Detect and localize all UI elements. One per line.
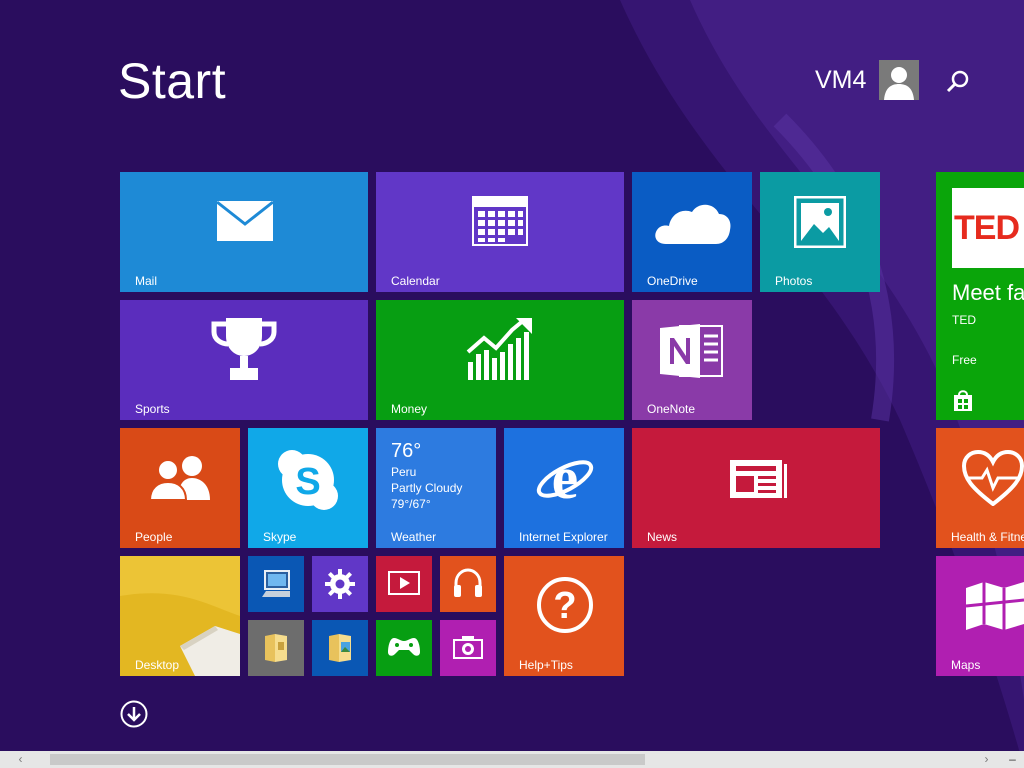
video-icon [388, 571, 420, 595]
heart-icon [962, 450, 1024, 506]
game-controller-icon [388, 638, 420, 656]
tile-mail[interactable]: Mail [120, 172, 368, 292]
all-apps-arrow-icon[interactable] [120, 700, 148, 728]
tile-label: Money [391, 402, 428, 416]
store-icon [954, 390, 972, 411]
user-avatar[interactable] [879, 60, 919, 100]
internet-explorer-icon: e [536, 446, 594, 508]
svg-text:?: ? [553, 585, 576, 627]
tile-photos[interactable]: Photos [760, 172, 880, 292]
tile-onenote[interactable]: OneNote [632, 300, 752, 420]
question-mark-icon: ? [537, 577, 593, 633]
tile-pc-settings[interactable] [312, 556, 368, 612]
ted-price: Free [952, 353, 977, 367]
skype-icon: S [278, 450, 338, 510]
zoom-out-icon[interactable]: – [1004, 751, 1021, 768]
photo-viewer-icon [329, 634, 351, 662]
tile-label: Photos [775, 274, 813, 288]
tile-video[interactable] [376, 556, 432, 612]
tile-label: Internet Explorer [519, 530, 608, 544]
people-icon [148, 456, 210, 501]
tile-skype[interactable]: S Skype [248, 428, 368, 548]
weather-city: Peru [391, 465, 417, 479]
svg-text:e: e [552, 446, 579, 508]
tile-onedrive[interactable]: OneDrive [632, 172, 752, 292]
tile-health-fitness[interactable]: Health & Fitne [936, 428, 1024, 548]
headphones-icon [454, 568, 482, 597]
tile-label: Calendar [391, 274, 440, 288]
scroll-right-arrow-icon[interactable]: › [978, 751, 995, 768]
ted-publisher: TED [952, 313, 976, 327]
svg-text:S: S [295, 461, 320, 503]
horizontal-scrollbar[interactable]: ‹ › – [0, 751, 1024, 768]
tile-label: Maps [951, 658, 981, 672]
photos-icon [794, 196, 846, 248]
ted-headline: Meet fas [952, 280, 1024, 305]
gear-icon [325, 569, 355, 599]
weather-condition: Partly Cloudy [391, 481, 463, 495]
tile-label: OneDrive [647, 274, 698, 288]
onenote-icon [660, 324, 723, 378]
camera-icon [453, 636, 483, 659]
tile-label: Health & Fitne [951, 530, 1024, 544]
folder-icon [265, 634, 287, 662]
scrollbar-thumb[interactable] [50, 754, 645, 765]
tile-sports[interactable]: Sports [120, 300, 368, 420]
tile-label: Mail [135, 274, 158, 288]
tile-label: Skype [263, 530, 297, 544]
tile-label: Desktop [135, 658, 180, 672]
person-icon [884, 67, 914, 100]
scroll-left-arrow-icon[interactable]: ‹ [12, 751, 29, 768]
tile-ted-store[interactable]: TED Meet fas TED Free [936, 172, 1024, 420]
tile-label: News [647, 530, 678, 544]
tile-label: People [135, 530, 173, 544]
tile-xbox-games[interactable] [376, 620, 432, 676]
tile-help-tips[interactable]: ? Help+Tips [504, 556, 624, 676]
tile-label: Weather [391, 530, 437, 544]
tile-weather[interactable]: 76° Peru Partly Cloudy 79°/67° Weather [376, 428, 496, 548]
tile-calendar[interactable]: Calendar [376, 172, 624, 292]
tile-people[interactable]: People [120, 428, 240, 548]
tile-this-pc[interactable] [248, 556, 304, 612]
weather-range: 79°/67° [391, 497, 431, 511]
tile-label: OneNote [647, 402, 696, 416]
trophy-icon [211, 318, 277, 380]
tile-camera[interactable] [440, 620, 496, 676]
cloud-icon [655, 204, 731, 244]
tile-money[interactable]: Money [376, 300, 624, 420]
calendar-icon [472, 196, 528, 246]
news-icon [730, 460, 787, 498]
tile-label: Help+Tips [519, 658, 573, 672]
tile-windows-photo-viewer[interactable] [312, 620, 368, 676]
tile-music[interactable] [440, 556, 496, 612]
search-icon[interactable] [944, 68, 972, 96]
user-name[interactable]: VM4 [815, 66, 866, 95]
tile-file-explorer[interactable] [248, 620, 304, 676]
map-icon [965, 582, 1024, 630]
computer-icon [262, 570, 290, 597]
page-title: Start [118, 53, 227, 109]
ted-logo: TED [952, 188, 1024, 268]
tile-internet-explorer[interactable]: e Internet Explorer [504, 428, 624, 548]
tile-label: Sports [135, 402, 170, 416]
mail-icon [216, 200, 274, 241]
tile-desktop[interactable]: Desktop [120, 556, 240, 676]
chart-icon [466, 318, 532, 380]
tile-maps[interactable]: Maps [936, 556, 1024, 676]
weather-temperature: 76° [391, 440, 422, 462]
tile-news[interactable]: News [632, 428, 880, 548]
